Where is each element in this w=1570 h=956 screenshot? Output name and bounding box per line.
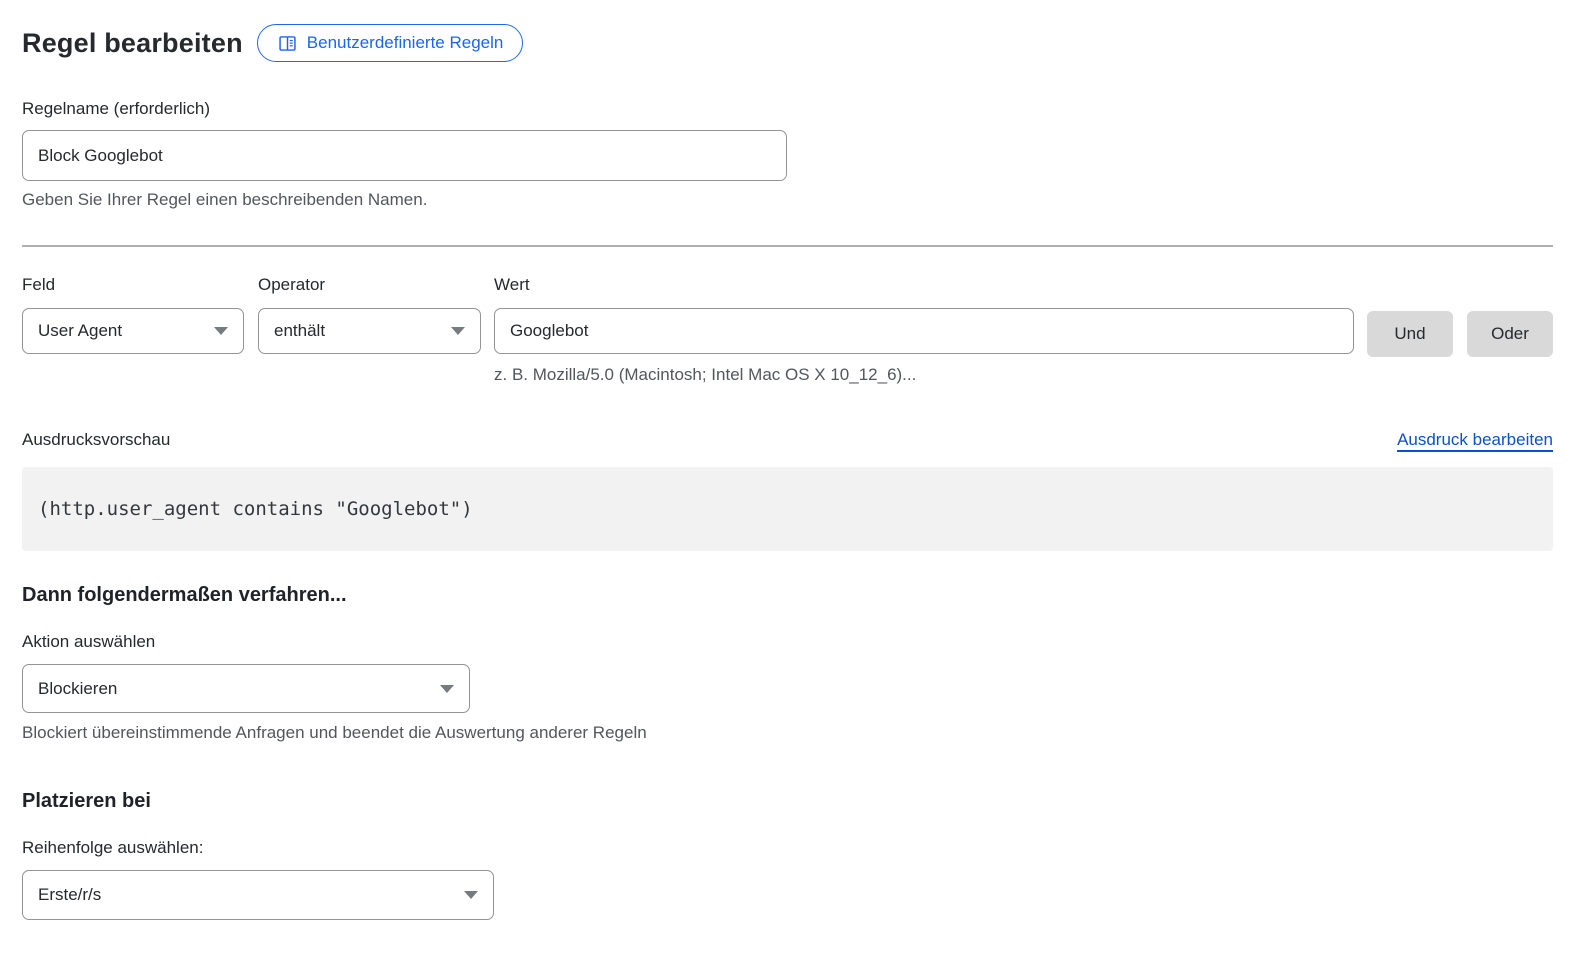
page-header: Regel bearbeiten Benutzerdefinierte Rege… xyxy=(22,24,1553,62)
condition-row: Feld User Agent Operator enthält Wert z.… xyxy=(22,275,1553,385)
caret-down-icon xyxy=(214,327,228,335)
edit-rule-page: Regel bearbeiten Benutzerdefinierte Rege… xyxy=(0,0,1570,920)
and-button[interactable]: Und xyxy=(1367,311,1453,357)
custom-rules-badge-button[interactable]: Benutzerdefinierte Regeln xyxy=(257,24,524,62)
conjunction-buttons: Und Oder xyxy=(1367,311,1553,357)
action-helper: Blockiert übereinstimmende Anfragen und … xyxy=(22,723,1553,743)
placement-section: Platzieren bei Reihenfolge auswählen: Er… xyxy=(22,790,1553,920)
value-label: Wert xyxy=(494,275,1354,295)
operator-label: Operator xyxy=(258,275,481,295)
action-heading: Dann folgendermaßen verfahren... xyxy=(22,584,1553,607)
operator-select-value: enthält xyxy=(274,321,325,341)
action-select-value: Blockieren xyxy=(38,679,117,699)
operator-select[interactable]: enthält xyxy=(258,308,481,354)
field-select-value: User Agent xyxy=(38,321,122,341)
placement-select-label: Reihenfolge auswählen: xyxy=(22,838,1553,858)
expression-preview-header: Ausdrucksvorschau Ausdruck bearbeiten xyxy=(22,430,1553,450)
or-button[interactable]: Oder xyxy=(1467,311,1553,357)
operator-column: Operator enthält xyxy=(258,275,481,354)
action-select-label: Aktion auswählen xyxy=(22,632,1553,652)
rule-name-helper: Geben Sie Ihrer Regel einen beschreibend… xyxy=(22,190,1553,210)
value-column: Wert z. B. Mozilla/5.0 (Macintosh; Intel… xyxy=(494,275,1354,385)
rule-name-section: Regelname (erforderlich) Geben Sie Ihrer… xyxy=(22,99,1553,210)
caret-down-icon xyxy=(440,685,454,693)
rule-name-input[interactable] xyxy=(22,130,787,181)
expression-code-block: (http.user_agent contains "Googlebot") xyxy=(22,467,1553,551)
field-select[interactable]: User Agent xyxy=(22,308,244,354)
value-helper: z. B. Mozilla/5.0 (Macintosh; Intel Mac … xyxy=(494,365,1354,385)
field-label: Feld xyxy=(22,275,244,295)
placement-heading: Platzieren bei xyxy=(22,790,1553,813)
caret-down-icon xyxy=(464,891,478,899)
action-section: Dann folgendermaßen verfahren... Aktion … xyxy=(22,584,1553,743)
expression-code: (http.user_agent contains "Googlebot") xyxy=(38,498,473,520)
placement-order-select[interactable]: Erste/r/s xyxy=(22,870,494,920)
book-open-icon xyxy=(277,33,298,54)
placement-select-value: Erste/r/s xyxy=(38,885,101,905)
caret-down-icon xyxy=(451,327,465,335)
custom-rules-badge-label: Benutzerdefinierte Regeln xyxy=(307,33,504,53)
value-input[interactable] xyxy=(494,308,1354,354)
rule-name-label: Regelname (erforderlich) xyxy=(22,99,210,118)
field-column: Feld User Agent xyxy=(22,275,244,354)
action-select[interactable]: Blockieren xyxy=(22,664,470,713)
page-title: Regel bearbeiten xyxy=(22,28,243,59)
edit-expression-link[interactable]: Ausdruck bearbeiten xyxy=(1397,430,1553,450)
expression-preview-label: Ausdrucksvorschau xyxy=(22,430,170,450)
divider xyxy=(22,245,1553,247)
